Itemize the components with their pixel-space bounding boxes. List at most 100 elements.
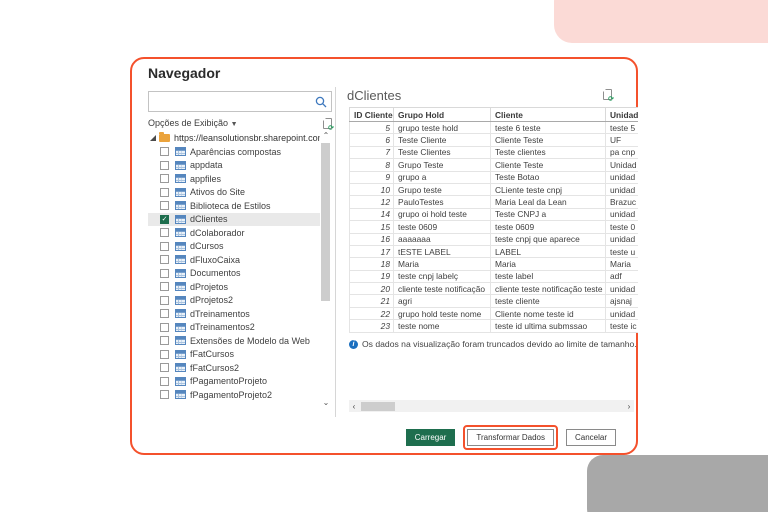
search-input[interactable] [149, 93, 314, 110]
tree-item-fpagamentoprojeto[interactable]: fPagamentoProjeto [148, 375, 320, 389]
tree-item-apar-ncias-compostas[interactable]: Aparências compostas [148, 145, 320, 159]
tree-item-ffatcursos2[interactable]: fFatCursos2 [148, 361, 320, 375]
source-tree: https://leansolutionsbr.sharepoint.com/s… [148, 131, 320, 407]
truncation-notice-text: Os dados na visualização foram truncados… [362, 339, 637, 349]
checkbox-icon[interactable] [160, 309, 169, 319]
refresh-list-icon[interactable] [323, 117, 334, 132]
table-row: 19 teste cnpj labelç teste label adf [349, 269, 638, 284]
search-box[interactable] [148, 91, 332, 112]
dialog-footer: Carregar Transformar Dados Cancelar [405, 425, 616, 450]
tree-item-extens-es-de-modelo-da-web[interactable]: Extensões de Modelo da Web [148, 334, 320, 348]
checkbox-icon[interactable] [160, 295, 169, 305]
table-cell: UF [605, 133, 638, 147]
table-cell: Maria Leal da Lean [490, 195, 606, 209]
dialog-title: Navegador [148, 65, 221, 81]
table-row: 7 Teste Clientes Teste clientes pa cnp [349, 145, 638, 160]
table-row: 22 grupo hold teste nome Cliente nome test… [349, 306, 638, 321]
scroll-right-icon[interactable]: › [624, 402, 634, 411]
search-icon[interactable] [314, 95, 328, 109]
tree-item-dtreinamentos[interactable]: dTreinamentos [148, 307, 320, 321]
tree-item-dprojetos[interactable]: dProjetos [148, 280, 320, 294]
scroll-left-icon[interactable]: ‹ [349, 402, 359, 411]
tree-scrollbar-thumb[interactable] [321, 143, 330, 301]
table-cell: teste 6 teste [490, 120, 606, 135]
tree-scrollbar[interactable]: ⌃ ⌄ [320, 131, 332, 407]
table-icon [175, 295, 186, 305]
tree-item-dclientes[interactable]: ✓ dClientes [148, 212, 320, 226]
checkbox-icon[interactable] [160, 241, 169, 251]
tree-item-label: Extensões de Modelo da Web [190, 335, 310, 346]
table-cell: teste id ultima submssao [490, 319, 606, 333]
h-scrollbar-thumb[interactable] [361, 401, 395, 411]
tree-item-appfiles[interactable]: appfiles [148, 172, 320, 186]
checkbox-icon[interactable] [160, 363, 169, 373]
table-cell: teste cnpj labelç [393, 269, 491, 284]
preview-title: dClientes [347, 88, 402, 103]
table-icon [175, 147, 186, 157]
checkbox-icon[interactable] [160, 201, 169, 211]
table-icon [175, 241, 186, 251]
decoration-pink-rect [554, 0, 768, 43]
tree-item-label: appfiles [190, 173, 222, 184]
table-cell: unidad [605, 232, 638, 246]
tree-item-dtreinamentos2[interactable]: dTreinamentos2 [148, 321, 320, 335]
checkbox-icon[interactable] [160, 268, 169, 278]
tree-item-dcolaborador[interactable]: dColaborador [148, 226, 320, 240]
load-button[interactable]: Carregar [405, 429, 456, 446]
refresh-preview-icon[interactable] [603, 89, 614, 103]
table-icon [175, 174, 186, 184]
scroll-down-icon[interactable]: ⌄ [320, 398, 332, 407]
checkbox-icon[interactable] [160, 349, 169, 359]
tree-item-label: dCursos [190, 241, 224, 252]
checkbox-icon[interactable] [160, 174, 169, 184]
tree-item-dcursos[interactable]: dCursos [148, 240, 320, 254]
tree-item-dfluxocaixa[interactable]: dFluxoCaixa [148, 253, 320, 267]
table-cell: Grupo Teste [393, 158, 491, 172]
table-cell: 15 [349, 220, 394, 234]
table-cell: Teste Clientes [393, 145, 491, 160]
checkbox-icon[interactable] [160, 390, 169, 400]
cancel-button[interactable]: Cancelar [565, 429, 616, 446]
checkbox-icon[interactable] [160, 282, 169, 292]
table-cell: Cliente nome teste id [490, 306, 606, 321]
table-cell: Teste clientes [490, 145, 606, 160]
tree-item-appdata[interactable]: appdata [148, 159, 320, 173]
checkbox-icon[interactable] [160, 147, 169, 157]
transform-data-button[interactable]: Transformar Dados [467, 429, 554, 446]
scroll-up-icon[interactable]: ⌃ [320, 131, 332, 140]
column-header: Cliente [490, 107, 606, 122]
tree-item-documentos[interactable]: Documentos [148, 267, 320, 281]
tree-item-biblioteca-de-estilos[interactable]: Biblioteca de Estilos [148, 199, 320, 213]
checkbox-icon[interactable] [160, 228, 169, 238]
h-scrollbar-track[interactable] [359, 400, 624, 412]
checkbox-icon[interactable] [160, 322, 169, 332]
tree-item-dprojetos2[interactable]: dProjetos2 [148, 294, 320, 308]
table-row: 21 agri teste cliente ajsnaj [349, 294, 638, 308]
table-icon [175, 160, 186, 170]
checkbox-icon[interactable] [160, 255, 169, 265]
tree-root-node[interactable]: https://leansolutionsbr.sharepoint.com/s… [148, 131, 320, 145]
checkbox-icon[interactable]: ✓ [160, 214, 169, 224]
tree-item-label: appdata [190, 160, 223, 171]
preview-h-scrollbar[interactable]: ‹ › [349, 400, 634, 412]
tree-item-label: dProjetos2 [190, 295, 234, 306]
table-cell: Cliente Teste [490, 158, 606, 172]
checkbox-icon[interactable] [160, 376, 169, 386]
checkbox-icon[interactable] [160, 187, 169, 197]
checkbox-icon[interactable] [160, 160, 169, 170]
tree-item-label: fFatCursos [190, 349, 235, 360]
table-cell: 22 [349, 306, 394, 321]
display-options-dropdown[interactable]: Opções de Exibição ▼ [148, 118, 238, 128]
table-cell: Unidad [605, 158, 638, 172]
table-row: 18 Maria Maria Maria [349, 257, 638, 271]
table-row: 12 PauloTestes Maria Leal da Lean Brazuc [349, 195, 638, 209]
expand-triangle-icon[interactable] [150, 135, 156, 141]
table-cell: 18 [349, 257, 394, 271]
checkbox-icon[interactable] [160, 336, 169, 346]
table-cell: teste 0609 [490, 220, 606, 234]
table-cell: teste 5 [605, 120, 638, 135]
tree-item-ativos-do-site[interactable]: Ativos do Site [148, 186, 320, 200]
tree-item-fpagamentoprojeto2[interactable]: fPagamentoProjeto2 [148, 388, 320, 402]
tree-item-ffatcursos[interactable]: fFatCursos [148, 348, 320, 362]
table-icon [175, 363, 186, 373]
